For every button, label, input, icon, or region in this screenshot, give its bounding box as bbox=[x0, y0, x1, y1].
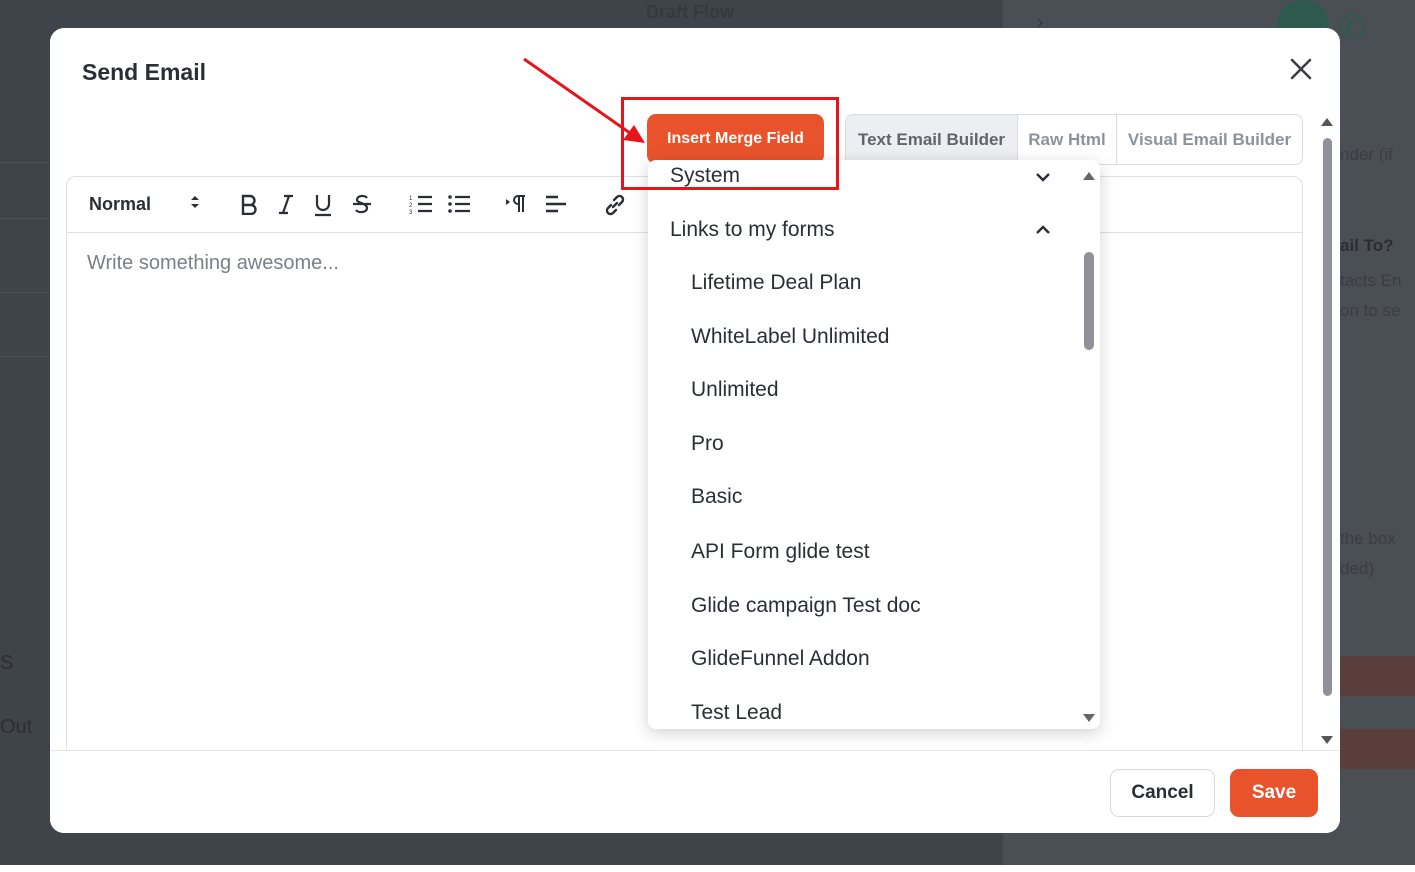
background-label: Out bbox=[0, 716, 33, 738]
merge-field-item[interactable]: API Form glide test bbox=[691, 540, 870, 564]
save-button[interactable]: Save bbox=[1230, 769, 1318, 817]
background-phone-icon: ✆ bbox=[1338, 9, 1367, 47]
strikethrough-icon[interactable] bbox=[351, 193, 373, 215]
background-button bbox=[1340, 656, 1415, 696]
scrollbar-thumb[interactable] bbox=[1084, 252, 1094, 350]
align-icon[interactable] bbox=[544, 193, 568, 215]
modal-title: Send Email bbox=[82, 59, 206, 85]
scroll-up-icon[interactable] bbox=[1083, 172, 1095, 180]
background-label: ail To? bbox=[1340, 236, 1394, 255]
modal-footer: Cancel Save bbox=[50, 750, 1340, 833]
background-label: tacts En bbox=[1340, 271, 1402, 290]
format-select[interactable]: Normal bbox=[89, 194, 151, 215]
cancel-button[interactable]: Cancel bbox=[1110, 769, 1215, 817]
editor-body[interactable]: Write something awesome... bbox=[87, 252, 339, 275]
scrollbar-thumb[interactable] bbox=[1323, 138, 1332, 696]
text-direction-icon[interactable] bbox=[505, 193, 529, 215]
merge-field-item[interactable]: Pro bbox=[691, 432, 724, 456]
background-flow-title: Draft Flow bbox=[646, 2, 734, 22]
background-page-bottom bbox=[0, 865, 1415, 872]
merge-field-item[interactable]: GlideFunnel Addon bbox=[691, 647, 870, 671]
section-links-to-my-forms[interactable]: Links to my forms bbox=[670, 218, 835, 242]
svg-text:3: 3 bbox=[409, 210, 413, 215]
bold-icon[interactable] bbox=[239, 193, 259, 215]
scroll-up-icon[interactable] bbox=[1321, 118, 1333, 126]
scroll-down-icon[interactable] bbox=[1321, 736, 1333, 744]
annotation-highlight-box bbox=[621, 97, 839, 190]
background-label: ded) bbox=[1340, 559, 1375, 578]
merge-field-item[interactable]: WhiteLabel Unlimited bbox=[691, 325, 889, 349]
scroll-down-icon[interactable] bbox=[1083, 714, 1095, 722]
background-divider bbox=[0, 218, 50, 219]
tab-text-email-builder[interactable]: Text Email Builder bbox=[846, 115, 1017, 164]
merge-field-item[interactable]: Basic bbox=[691, 485, 742, 509]
background-divider bbox=[0, 292, 50, 293]
background-label: on to se bbox=[1340, 301, 1401, 320]
merge-field-item[interactable]: Lifetime Deal Plan bbox=[691, 271, 861, 295]
close-icon bbox=[1290, 58, 1312, 80]
svg-text:1: 1 bbox=[409, 196, 413, 202]
chevron-up-icon[interactable] bbox=[1033, 220, 1053, 240]
background-label: the box bbox=[1340, 529, 1396, 548]
link-icon[interactable] bbox=[603, 193, 627, 217]
close-button[interactable] bbox=[1288, 56, 1314, 86]
tab-visual-email-builder[interactable]: Visual Email Builder bbox=[1116, 115, 1302, 164]
builder-tabs: Text Email Builder Raw Html Visual Email… bbox=[845, 114, 1303, 165]
dropdown-scrollbar[interactable] bbox=[1080, 166, 1096, 724]
italic-icon[interactable] bbox=[277, 193, 295, 215]
background-label: nder (if bbox=[1340, 145, 1393, 164]
background-label: S bbox=[0, 652, 14, 674]
merge-field-dropdown: System Links to my forms Lifetime Deal P… bbox=[648, 160, 1100, 729]
tab-raw-html[interactable]: Raw Html bbox=[1017, 115, 1116, 164]
merge-field-item[interactable]: Unlimited bbox=[691, 378, 779, 402]
ordered-list-icon[interactable]: 123 bbox=[409, 193, 433, 215]
bullet-list-icon[interactable] bbox=[447, 193, 471, 215]
format-select-arrows-icon[interactable] bbox=[190, 194, 200, 210]
underline-icon[interactable] bbox=[313, 193, 333, 217]
merge-field-item[interactable]: Test Lead bbox=[691, 701, 782, 725]
modal-scrollbar[interactable] bbox=[1318, 116, 1334, 748]
chevron-down-icon[interactable] bbox=[1033, 167, 1053, 187]
merge-field-item[interactable]: Glide campaign Test doc bbox=[691, 594, 921, 618]
svg-text:2: 2 bbox=[409, 203, 413, 209]
background-button bbox=[1340, 729, 1415, 769]
background-divider bbox=[0, 356, 50, 357]
background-divider bbox=[0, 162, 50, 163]
